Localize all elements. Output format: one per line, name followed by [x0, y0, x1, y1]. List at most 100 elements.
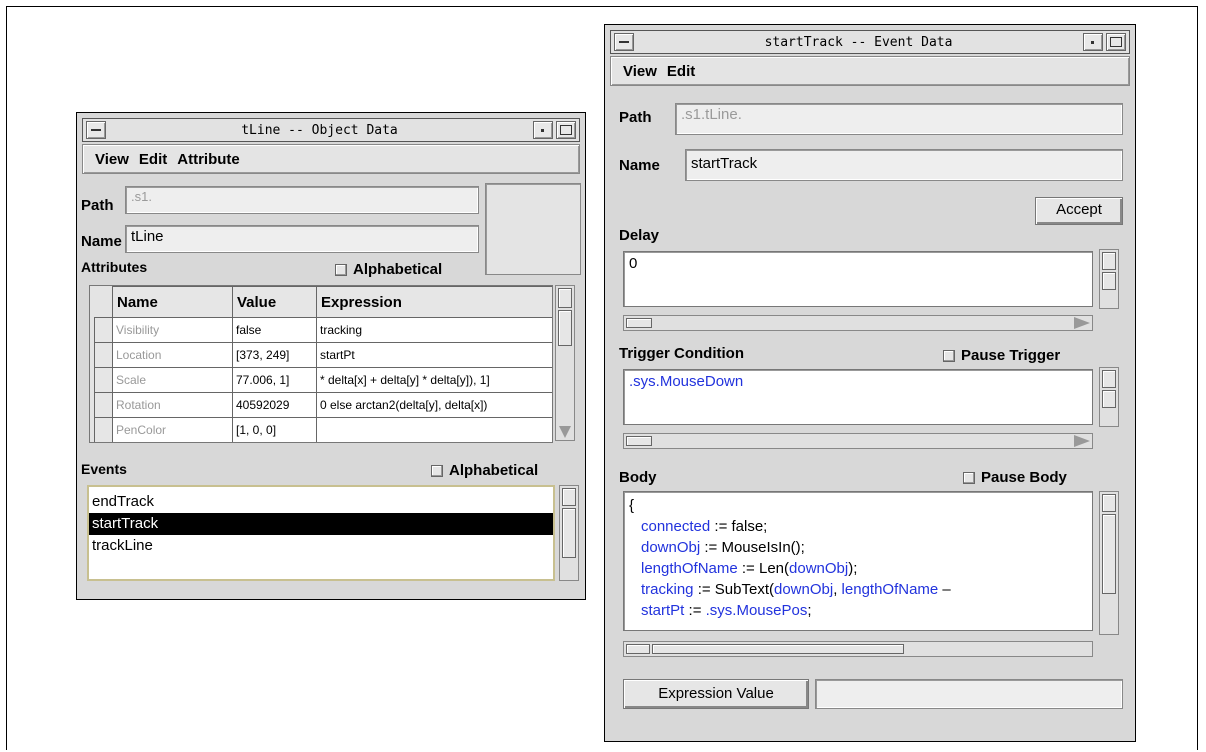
table-row[interactable]: Rotation 40592029 0 else arctan2(delta[y…: [94, 392, 552, 418]
table-row[interactable]: Scale 77.006, 1] * delta[x] + delta[y] *…: [94, 367, 552, 393]
table-row[interactable]: PenColor [1, 0, 0]: [94, 417, 552, 442]
expression-value-field[interactable]: [815, 679, 1123, 709]
row-select-button[interactable]: [94, 392, 113, 418]
code-var: lengthOfName: [841, 581, 939, 598]
events-alpha-label: Alphabetical: [449, 462, 539, 479]
column-header-value[interactable]: Value: [232, 286, 317, 318]
object-name-field[interactable]: tLine: [125, 225, 479, 253]
code-var: startPt: [641, 602, 685, 619]
row-select-button[interactable]: [94, 317, 113, 343]
menu-view[interactable]: View: [623, 63, 657, 80]
scroll-thumb[interactable]: [1102, 494, 1116, 512]
object-window-titlebar[interactable]: tLine -- Object Data: [82, 118, 580, 142]
attributes-vscroll[interactable]: [555, 285, 575, 441]
scroll-thumb[interactable]: [562, 488, 576, 506]
code-text: –: [938, 581, 951, 598]
expression-value-button[interactable]: Expression Value: [623, 679, 809, 709]
scroll-thumb[interactable]: [652, 644, 904, 654]
scroll-thumb[interactable]: [626, 436, 652, 446]
pause-trigger-check[interactable]: Pause Trigger: [943, 347, 1060, 364]
object-menubar: View Edit Attribute: [82, 144, 580, 174]
menu-edit[interactable]: Edit: [667, 63, 695, 80]
scroll-thumb[interactable]: [1102, 390, 1116, 408]
name-label: Name: [81, 233, 122, 250]
pause-body-check[interactable]: Pause Body: [963, 469, 1067, 486]
delay-hscroll[interactable]: [623, 315, 1093, 331]
minimize-icon[interactable]: [533, 121, 553, 139]
events-list[interactable]: endTrack startTrack trackLine: [87, 485, 555, 581]
scroll-thumb[interactable]: [626, 644, 650, 654]
maximize-icon[interactable]: [1106, 33, 1126, 51]
table-row[interactable]: Location [373, 249] startPt: [94, 342, 552, 368]
window-menu-icon[interactable]: [86, 121, 106, 139]
attr-expression[interactable]: 0 else arctan2(delta[y], delta[x]): [316, 392, 552, 418]
events-alphabetical-check[interactable]: Alphabetical: [431, 462, 538, 479]
minimize-icon[interactable]: [1083, 33, 1103, 51]
scroll-thumb[interactable]: [1102, 272, 1116, 290]
trigger-textarea[interactable]: .sys.MouseDown: [623, 369, 1093, 425]
attributes-alphabetical-check[interactable]: Alphabetical: [335, 261, 442, 278]
scroll-thumb[interactable]: [558, 288, 572, 308]
event-window-titlebar[interactable]: startTrack -- Event Data: [610, 30, 1130, 54]
attributes-table-container: Name Value Expression Visibility false t…: [89, 285, 553, 443]
path-label: Path: [619, 109, 652, 126]
body-textarea[interactable]: { connected := false; downObj := MouseIs…: [623, 491, 1093, 631]
scroll-thumb[interactable]: [1102, 514, 1116, 594]
accept-button[interactable]: Accept: [1035, 197, 1123, 225]
code-line: tracking := SubText(downObj, lengthOfNam…: [629, 579, 1087, 600]
checkbox-icon: [963, 471, 975, 484]
event-name-field[interactable]: startTrack: [685, 149, 1123, 181]
list-item[interactable]: endTrack: [89, 491, 553, 513]
code-var: .sys.MousePos: [705, 602, 808, 619]
table-row[interactable]: Visibility false tracking: [94, 317, 552, 343]
attr-value[interactable]: [1, 0, 0]: [232, 417, 317, 442]
event-window-title: startTrack -- Event Data: [764, 34, 953, 50]
event-path-field[interactable]: .s1.tLine.: [675, 103, 1123, 135]
maximize-icon[interactable]: [556, 121, 576, 139]
scroll-right-icon[interactable]: [1074, 317, 1090, 329]
menu-attribute[interactable]: Attribute: [177, 151, 240, 168]
column-header-expression[interactable]: Expression: [316, 286, 552, 318]
window-menu-icon[interactable]: [614, 33, 634, 51]
attr-expression[interactable]: startPt: [316, 342, 552, 368]
row-select-button[interactable]: [94, 417, 113, 442]
trigger-vscroll[interactable]: [1099, 367, 1119, 427]
scroll-thumb[interactable]: [562, 508, 576, 558]
scroll-thumb[interactable]: [1102, 252, 1116, 270]
delay-vscroll[interactable]: [1099, 249, 1119, 309]
delay-textarea[interactable]: 0: [623, 251, 1093, 307]
code-line: startPt := .sys.MousePos;: [629, 600, 1087, 621]
code-text: := false;: [710, 518, 768, 535]
attr-value[interactable]: [373, 249]: [232, 342, 317, 368]
code-line: connected := false;: [629, 516, 1087, 537]
scroll-thumb[interactable]: [1102, 370, 1116, 388]
scroll-down-icon[interactable]: [559, 426, 571, 438]
attr-expression[interactable]: tracking: [316, 317, 552, 343]
attr-expression[interactable]: [316, 417, 552, 442]
list-item[interactable]: trackLine: [89, 535, 553, 557]
row-select-button[interactable]: [94, 367, 113, 393]
object-window-title: tLine -- Object Data: [241, 122, 398, 138]
name-label: Name: [619, 157, 660, 174]
menu-edit[interactable]: Edit: [139, 151, 167, 168]
attr-value[interactable]: false: [232, 317, 317, 343]
trigger-hscroll[interactable]: [623, 433, 1093, 449]
column-header-name[interactable]: Name: [112, 286, 233, 318]
object-path-field[interactable]: .s1.: [125, 186, 479, 214]
attr-value[interactable]: 40592029: [232, 392, 317, 418]
events-vscroll[interactable]: [559, 485, 579, 581]
list-item-selected[interactable]: startTrack: [89, 513, 553, 535]
event-menubar: View Edit: [610, 56, 1130, 86]
delay-label: Delay: [619, 227, 660, 244]
scroll-thumb[interactable]: [626, 318, 652, 328]
row-select-button[interactable]: [94, 342, 113, 368]
body-vscroll[interactable]: [1099, 491, 1119, 635]
attr-value[interactable]: 77.006, 1]: [232, 367, 317, 393]
code-text: ;: [807, 602, 812, 619]
attr-expression[interactable]: * delta[x] + delta[y] * delta[y]), 1]: [316, 367, 552, 393]
scroll-right-icon[interactable]: [1074, 435, 1090, 447]
scroll-thumb[interactable]: [558, 310, 572, 346]
menu-view[interactable]: View: [95, 151, 129, 168]
attr-name: Scale: [112, 367, 233, 393]
body-hscroll[interactable]: [623, 641, 1093, 657]
